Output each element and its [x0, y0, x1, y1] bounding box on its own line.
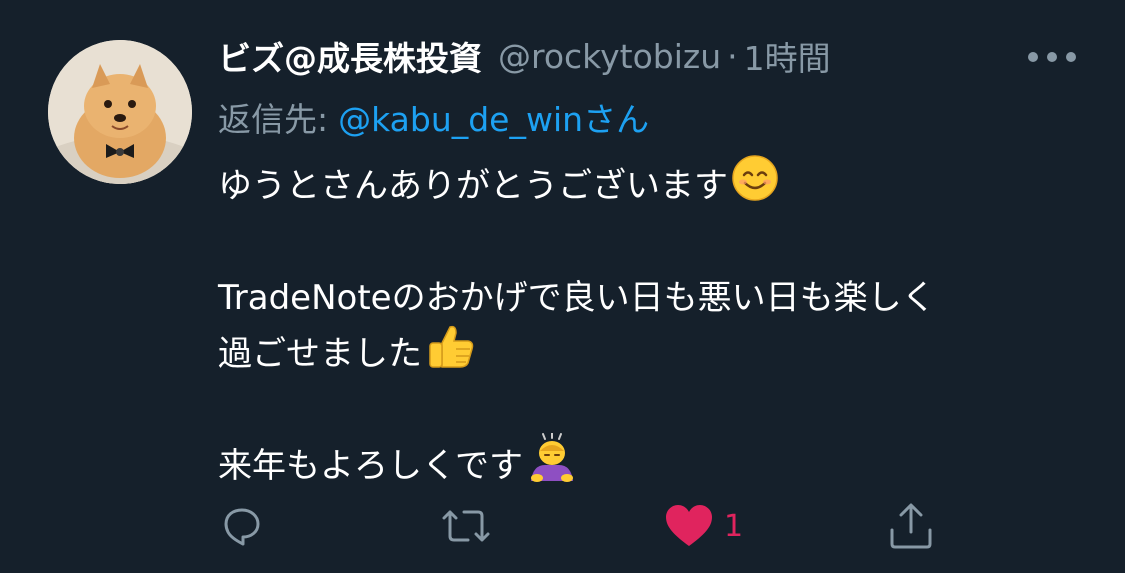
- tweet-body: ゆうとさんありがとうございます TradeNoteのおかげで良い日も悪い日も楽し…: [218, 154, 1098, 494]
- more-dot: [1047, 52, 1057, 62]
- reply-to-prefix: 返信先:: [218, 100, 329, 139]
- more-dot: [1028, 52, 1038, 62]
- tweet-header: ビズ@成長株投資 @rockytobizu · 1時間: [218, 30, 831, 82]
- heart-icon: [666, 505, 712, 546]
- author-handle[interactable]: @rockytobizu: [498, 37, 721, 76]
- retweet-button[interactable]: [438, 500, 494, 552]
- tweet-line: 過ごせました: [218, 325, 1098, 382]
- thumbs-up-emoji: [426, 323, 476, 386]
- tweet-text: 過ごせました: [218, 334, 422, 374]
- reply-to-mention[interactable]: @kabu_de_winさん: [338, 100, 649, 139]
- tweet-text: ゆうとさんありがとうございます: [218, 166, 728, 206]
- reply-to: 返信先: @kabu_de_winさん: [218, 93, 649, 141]
- like-count: 1: [724, 508, 744, 544]
- tweet-actions: 1: [0, 500, 1125, 552]
- smiling-face-emoji: [732, 154, 778, 218]
- tweet-line: TradeNoteのおかげで良い日も悪い日も楽しく: [218, 270, 1098, 326]
- tweet-line: ゆうとさんありがとうございます: [218, 154, 1098, 214]
- tweet-line: 来年もよろしくです: [218, 431, 1098, 494]
- share-button[interactable]: [886, 500, 936, 552]
- author-name[interactable]: ビズ@成長株投資: [218, 32, 482, 80]
- more-dot: [1066, 52, 1076, 62]
- tweet-text: 来年もよろしくです: [218, 446, 523, 486]
- person-bowing-emoji: [527, 431, 577, 500]
- timestamp[interactable]: 1時間: [744, 32, 831, 80]
- tweet-text: TradeNoteのおかげで良い日も悪い日も楽しく: [218, 278, 936, 318]
- like-button[interactable]: 1: [664, 500, 743, 552]
- avatar[interactable]: [48, 40, 192, 184]
- retweet-icon: [442, 510, 490, 542]
- share-icon: [890, 503, 932, 549]
- reply-button[interactable]: [218, 500, 266, 552]
- pomeranian-dog-photo: [48, 40, 192, 184]
- separator: ·: [727, 36, 738, 76]
- more-options-icon[interactable]: [1028, 48, 1076, 66]
- reply-icon: [224, 508, 260, 546]
